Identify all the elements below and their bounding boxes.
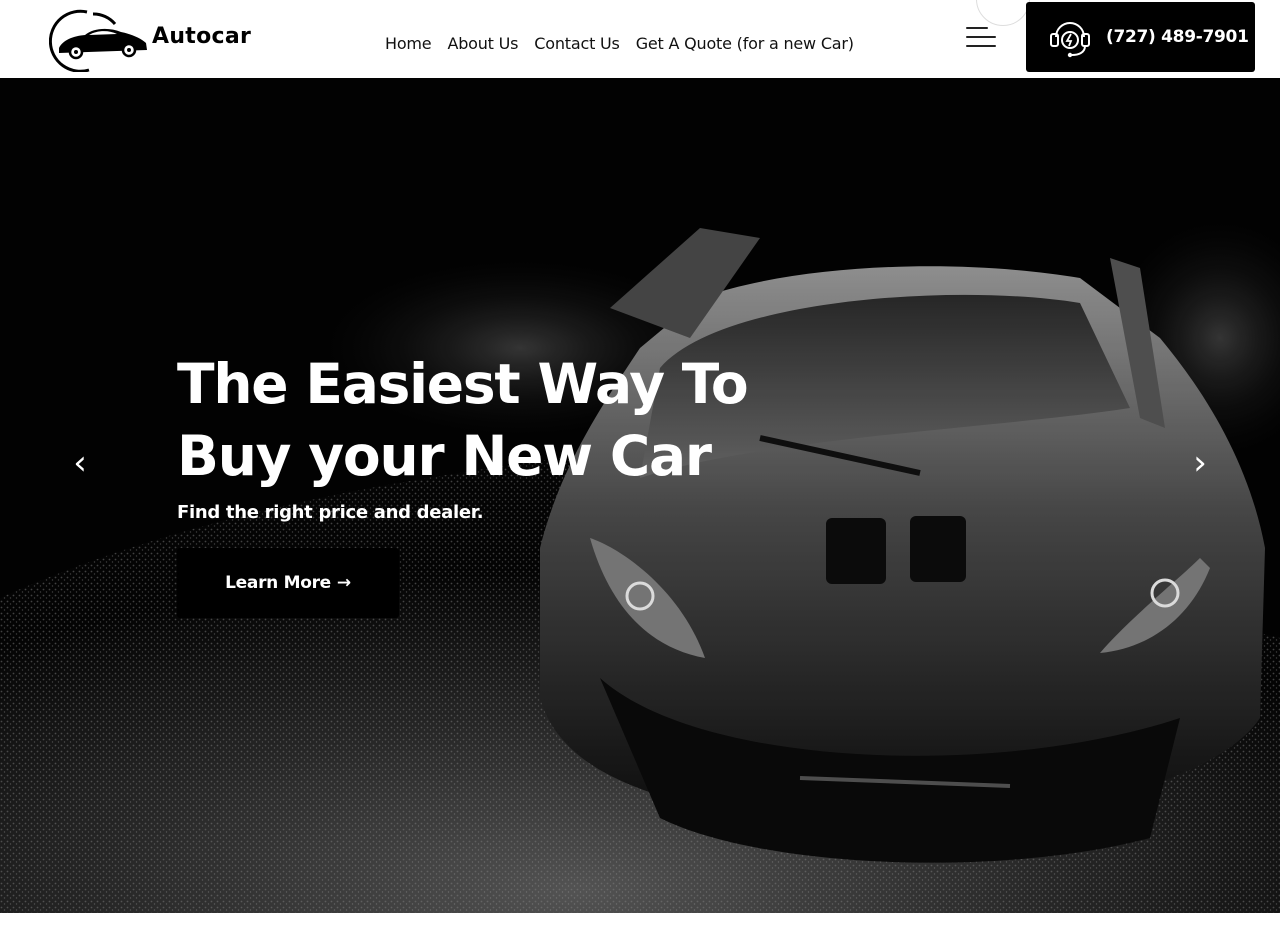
hero-subtitle: Find the right price and dealer. [177,502,484,523]
nav-home[interactable]: Home [377,33,439,55]
hero-title-line-2: Buy your New Car [177,424,712,488]
nav-get-a-quote[interactable]: Get A Quote (for a new Car) [628,33,862,55]
nav-contact-us[interactable]: Contact Us [526,33,627,55]
decorative-circle [976,0,1030,26]
page-bottom-strip [0,913,1280,929]
slider-next-arrow[interactable]: › [1185,443,1215,483]
site-header: Autocar Home About Us Contact Us Get A Q… [0,0,1280,78]
learn-more-label: Learn More [225,573,331,593]
brand-logo[interactable]: Autocar [49,8,251,72]
hamburger-menu-icon[interactable] [962,24,998,50]
main-nav: Home About Us Contact Us Get A Quote (fo… [377,33,862,55]
phone-call-button[interactable]: (727) 489-7901 [1026,2,1255,72]
slider-prev-arrow[interactable]: ‹ [65,443,95,483]
hero-content: The Easiest Way To Buy your New Car Find… [177,348,797,618]
brand-name: Autocar [152,24,252,49]
headset-support-icon [1050,22,1090,58]
learn-more-button[interactable]: Learn More → [177,548,399,618]
car-logo-icon [49,9,147,72]
hero-title-line-1: The Easiest Way To [177,352,749,416]
nav-about-us[interactable]: About Us [439,33,526,55]
hero-title: The Easiest Way To Buy your New Car [177,348,797,492]
phone-number: (727) 489-7901 [1106,27,1249,47]
hero-slider: The Easiest Way To Buy your New Car Find… [0,78,1280,913]
arrow-right-icon: → [336,573,351,593]
